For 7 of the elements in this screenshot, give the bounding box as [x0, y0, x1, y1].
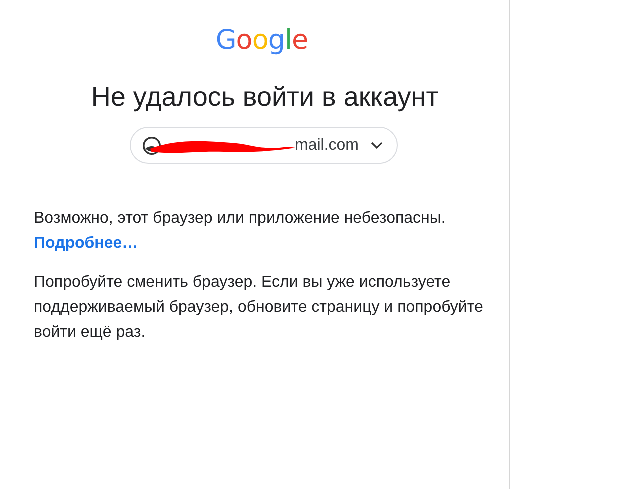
page-title: Не удалось войти в аккаунт — [90, 81, 440, 114]
caret-icon — [371, 142, 383, 150]
message-text: Попробуйте сменить браузер. Если вы уже используете поддерживаемый браузер, обновите страницу и попробуйте войти ещё раз. — [34, 273, 484, 343]
account-chip[interactable]: mail.com — [130, 127, 398, 164]
google-logo: Google — [214, 24, 310, 58]
learn-more-link[interactable]: Подробнее… — [34, 231, 138, 256]
message-text: Возможно, этот браузер или приложение небезопасны. — [34, 209, 447, 229]
